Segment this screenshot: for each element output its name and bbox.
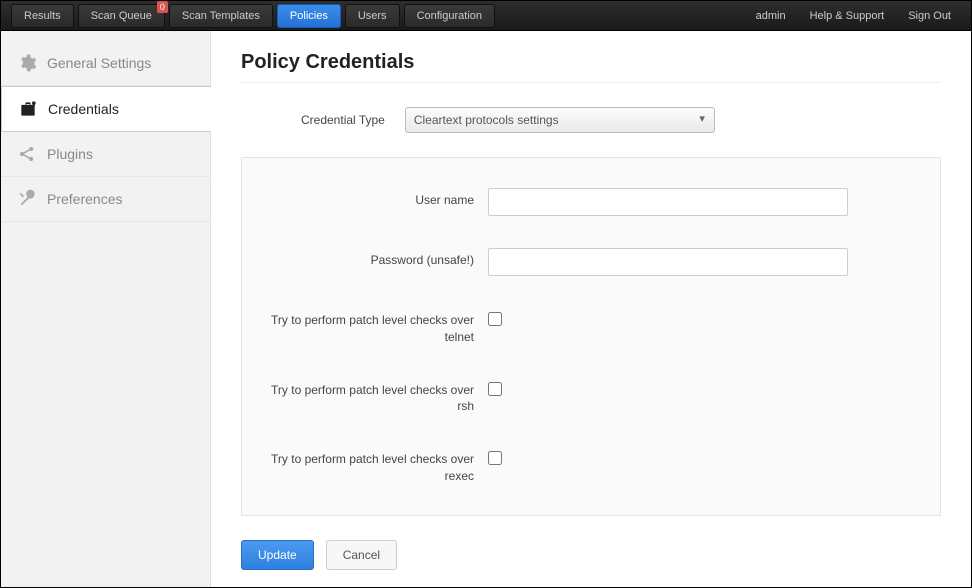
main-panel: Policy Credentials Credential Type Clear… <box>211 31 971 587</box>
sidebar-item-label: General Settings <box>47 55 151 71</box>
sidebar-item-label: Plugins <box>47 146 93 162</box>
update-button[interactable]: Update <box>241 540 314 570</box>
sidebar-item-label: Preferences <box>47 191 122 207</box>
nav-users[interactable]: Users <box>345 4 400 28</box>
credential-type-label: Credential Type <box>301 113 385 127</box>
username-label: User name <box>258 188 488 209</box>
help-link[interactable]: Help & Support <box>810 10 885 22</box>
share-icon <box>17 144 37 164</box>
nav-scan-templates[interactable]: Scan Templates <box>169 4 273 28</box>
sidebar-item-credentials[interactable]: Credentials <box>1 86 211 132</box>
sidebar-item-general-settings[interactable]: General Settings <box>1 41 210 86</box>
password-label: Password (unsafe!) <box>258 248 488 269</box>
top-nav: Results Scan Queue 0 Scan Templates Poli… <box>1 1 971 31</box>
cancel-button[interactable]: Cancel <box>326 540 397 570</box>
check-rsh-checkbox[interactable] <box>488 382 502 396</box>
credentials-form: User name Password (unsafe!) Try to perf… <box>241 157 941 516</box>
page-title: Policy Credentials <box>241 51 941 74</box>
credential-type-row: Credential Type Cleartext protocols sett… <box>241 107 941 133</box>
nav-scan-queue[interactable]: Scan Queue 0 <box>78 4 165 28</box>
wrench-icon <box>17 189 37 209</box>
credential-type-select[interactable]: Cleartext protocols settings <box>405 107 715 133</box>
gear-icon <box>17 53 37 73</box>
nav-results[interactable]: Results <box>11 4 74 28</box>
check-rsh-label: Try to perform patch level checks over r… <box>258 378 488 416</box>
scan-queue-badge: 0 <box>157 1 168 13</box>
sidebar-item-preferences[interactable]: Preferences <box>1 177 210 222</box>
nav-scan-queue-label: Scan Queue <box>91 10 152 22</box>
sidebar: General Settings Credentials Plugins Pre… <box>1 31 211 587</box>
signout-link[interactable]: Sign Out <box>908 10 951 22</box>
check-rexec-label: Try to perform patch level checks over r… <box>258 447 488 485</box>
button-bar: Update Cancel <box>241 540 941 570</box>
check-telnet-label: Try to perform patch level checks over t… <box>258 308 488 346</box>
sidebar-item-label: Credentials <box>48 101 119 117</box>
nav-policies[interactable]: Policies <box>277 4 341 28</box>
user-link[interactable]: admin <box>756 10 786 22</box>
credential-type-select-wrap: Cleartext protocols settings <box>405 107 715 133</box>
divider <box>241 82 941 83</box>
nav-configuration[interactable]: Configuration <box>404 4 495 28</box>
check-rexec-checkbox[interactable] <box>488 451 502 465</box>
check-telnet-checkbox[interactable] <box>488 312 502 326</box>
briefcase-lock-icon <box>18 99 38 119</box>
password-input[interactable] <box>488 248 848 276</box>
username-input[interactable] <box>488 188 848 216</box>
sidebar-item-plugins[interactable]: Plugins <box>1 132 210 177</box>
content: General Settings Credentials Plugins Pre… <box>1 31 971 587</box>
